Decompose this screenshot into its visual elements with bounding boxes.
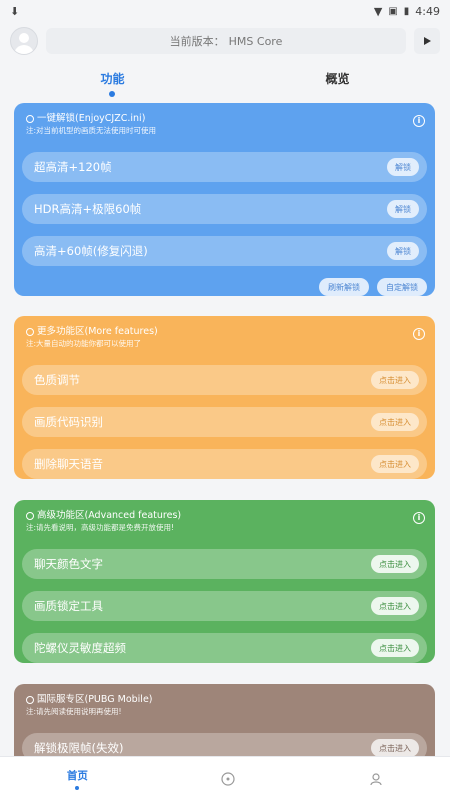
row-label: 超高清+120帧 xyxy=(34,160,112,174)
nav-profile[interactable] xyxy=(369,772,383,786)
list-item[interactable]: 高清+60帧(修复闪退) 解锁 xyxy=(22,236,427,266)
active-indicator xyxy=(75,785,80,790)
card-advanced-features: 高级功能区(Advanced features) 注:请先看说明，高级功能都是免… xyxy=(14,500,435,663)
card-title: 更多功能区(More features) xyxy=(37,326,158,337)
card-header: 高级功能区(Advanced features) 注:请先看说明，高级功能都是免… xyxy=(22,508,427,537)
refresh-unlock-button[interactable]: 刷新解锁 xyxy=(319,278,369,296)
row-label: 解锁极限帧(失效) xyxy=(34,741,124,755)
card-header: 一键解锁(EnjoyCJZC.ini) 注:对当前机型的画质无法使用时可使用 i xyxy=(22,111,427,140)
enter-button[interactable]: 点击进入 xyxy=(371,413,419,431)
row-label: 色质调节 xyxy=(34,373,80,387)
row-label: 画质锁定工具 xyxy=(34,599,103,613)
version-label: 当前版本： xyxy=(169,35,225,48)
play-button[interactable] xyxy=(414,28,440,54)
card-more-features: 更多功能区(More features) 注:大量自动的功能你都可以使用了 i … xyxy=(14,316,435,479)
compass-icon xyxy=(221,771,236,786)
no-sim-icon: ▣ xyxy=(388,5,398,17)
status-time: 4:49 xyxy=(415,4,440,18)
enter-button[interactable]: 点击进入 xyxy=(371,455,419,473)
custom-unlock-button[interactable]: 自定解锁 xyxy=(377,278,427,296)
card-header: 国际服专区(PUBG Mobile) 注:请先阅读使用说明再使用! xyxy=(22,692,427,721)
card-actions: 刷新解锁 自定解锁 xyxy=(22,278,427,296)
version-box: 当前版本： HMS Core xyxy=(46,28,406,54)
tab-functions[interactable]: 功能 xyxy=(90,66,134,91)
top-bar: 当前版本： HMS Core xyxy=(0,24,450,58)
battery-icon: ▮ xyxy=(403,5,410,17)
enter-button[interactable]: 点击进入 xyxy=(371,639,419,657)
card-header: 更多功能区(More features) 注:大量自动的功能你都可以使用了 i xyxy=(22,324,427,353)
status-bar: ⬇ ▼ ▣ ▮ 4:49 xyxy=(0,0,450,22)
row-label: 删除聊天语音 xyxy=(34,457,103,471)
circle-icon xyxy=(26,512,34,520)
status-right: ▼ ▣ ▮ 4:49 xyxy=(374,5,440,18)
card-unlock: 一键解锁(EnjoyCJZC.ini) 注:对当前机型的画质无法使用时可使用 i… xyxy=(14,103,435,296)
card-subtitle: 注:请先阅读使用说明再使用! xyxy=(26,707,122,716)
list-item[interactable]: 陀螺仪灵敏度超频 点击进入 xyxy=(22,633,427,663)
nav-home[interactable]: 首页 xyxy=(67,768,88,790)
enter-button[interactable]: 点击进入 xyxy=(371,597,419,615)
row-label: 高清+60帧(修复闪退) xyxy=(34,244,148,258)
row-label: 陀螺仪灵敏度超频 xyxy=(34,641,126,655)
row-label: 画质代码识别 xyxy=(34,415,103,429)
list-item[interactable]: 色质调节 点击进入 xyxy=(22,365,427,395)
unlock-button[interactable]: 解锁 xyxy=(387,200,419,218)
enter-button[interactable]: 点击进入 xyxy=(371,371,419,389)
enter-button[interactable]: 点击进入 xyxy=(371,739,419,757)
wifi-icon: ▼ xyxy=(373,4,383,18)
card-subtitle: 注:请先看说明，高级功能都是免费开放使用! xyxy=(26,523,175,532)
notification-icon: ⬇ xyxy=(10,4,20,18)
card-title: 高级功能区(Advanced features) xyxy=(37,510,182,521)
nav-discover[interactable] xyxy=(221,771,236,786)
unlock-button[interactable]: 解锁 xyxy=(387,242,419,260)
list-item[interactable]: HDR高清+极限60帧 解锁 xyxy=(22,194,427,224)
circle-icon xyxy=(26,115,34,123)
tab-bar: 功能 概览 xyxy=(0,58,450,98)
list-item[interactable]: 画质锁定工具 点击进入 xyxy=(22,591,427,621)
bottom-nav: 首页 xyxy=(0,756,450,800)
enter-button[interactable]: 点击进入 xyxy=(371,555,419,573)
info-icon[interactable]: i xyxy=(413,328,425,340)
nav-home-label: 首页 xyxy=(66,769,88,782)
info-icon[interactable]: i xyxy=(413,115,425,127)
avatar[interactable] xyxy=(10,27,38,55)
version-value: HMS Core xyxy=(228,34,283,48)
card-subtitle: 注:大量自动的功能你都可以使用了 xyxy=(26,339,142,348)
circle-icon xyxy=(26,696,34,704)
unlock-button[interactable]: 解锁 xyxy=(387,158,419,176)
info-icon[interactable]: i xyxy=(413,512,425,524)
card-subtitle: 注:对当前机型的画质无法使用时可使用 xyxy=(26,126,157,135)
card-title: 一键解锁(EnjoyCJZC.ini) xyxy=(37,113,146,124)
card-title: 国际服专区(PUBG Mobile) xyxy=(37,694,153,705)
list-item[interactable]: 超高清+120帧 解锁 xyxy=(22,152,427,182)
play-icon xyxy=(424,37,431,45)
tab-overview[interactable]: 概览 xyxy=(315,66,359,91)
circle-icon xyxy=(26,328,34,336)
row-label: 聊天颜色文字 xyxy=(34,557,103,571)
user-icon xyxy=(370,772,382,785)
list-item[interactable]: 画质代码识别 点击进入 xyxy=(22,407,427,437)
list-item[interactable]: 删除聊天语音 点击进入 xyxy=(22,449,427,479)
list-item[interactable]: 聊天颜色文字 点击进入 xyxy=(22,549,427,579)
row-label: HDR高清+极限60帧 xyxy=(34,202,142,216)
